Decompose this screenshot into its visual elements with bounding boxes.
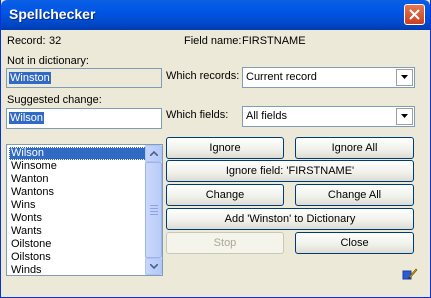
- stop-button: Stop: [166, 232, 284, 254]
- close-window-button[interactable]: [404, 4, 425, 25]
- which-fields-dropdown-button[interactable]: [396, 108, 413, 125]
- ignore-all-button[interactable]: Ignore All: [295, 137, 414, 159]
- suggested-change-label: Suggested change:: [7, 94, 102, 106]
- record-label: Record:: [7, 35, 46, 47]
- chevron-up-icon: [150, 151, 158, 156]
- which-records-dropdown-button[interactable]: [396, 69, 413, 86]
- suggestion-item[interactable]: Winsome: [9, 160, 59, 173]
- not-in-dictionary-field: Winston: [6, 68, 162, 88]
- change-button[interactable]: Change: [166, 184, 284, 206]
- window-title: Spellchecker: [9, 6, 96, 22]
- field-name-label: Field name:: [184, 35, 242, 47]
- not-in-dictionary-value: Winston: [9, 72, 51, 84]
- which-fields-label: Which fields:: [166, 109, 229, 121]
- suggestion-item[interactable]: Oilstone: [9, 238, 53, 251]
- chevron-down-icon: [150, 264, 158, 269]
- suggested-change-input[interactable]: Wilson: [6, 108, 162, 129]
- which-records-value: Current record: [246, 71, 317, 83]
- suggestion-item[interactable]: Wilson: [9, 147, 146, 160]
- which-fields-select[interactable]: All fields: [242, 106, 415, 127]
- title-bar[interactable]: Spellchecker: [1, 0, 430, 30]
- suggestion-item[interactable]: Wonts: [9, 212, 44, 225]
- suggestion-item[interactable]: Oilstons: [9, 251, 53, 264]
- which-fields-value: All fields: [246, 110, 287, 122]
- close-icon: [409, 9, 420, 20]
- record-value: 32: [49, 35, 62, 47]
- chevron-down-icon: [401, 75, 408, 79]
- suggested-change-value: Wilson: [9, 112, 45, 124]
- add-to-dictionary-button[interactable]: Add 'Winston' to Dictionary: [166, 208, 414, 230]
- scroll-up-button[interactable]: [145, 145, 162, 162]
- ignore-button[interactable]: Ignore: [166, 137, 284, 159]
- close-button[interactable]: Close: [295, 232, 414, 254]
- suggestion-item[interactable]: Wantons: [9, 186, 56, 199]
- suggestions-scrollbar[interactable]: [145, 145, 162, 275]
- which-records-select[interactable]: Current record: [242, 67, 415, 88]
- chevron-down-icon: [401, 114, 408, 118]
- field-name-value: FIRSTNAME: [242, 35, 306, 47]
- scroll-down-button[interactable]: [145, 258, 162, 275]
- which-records-label: Which records:: [166, 70, 240, 82]
- scroll-thumb[interactable]: [145, 162, 162, 258]
- suggestions-list[interactable]: Wilson Winsome Wanton Wantons Wins Wonts Wants…: [6, 144, 163, 276]
- suggestion-item[interactable]: Winds: [9, 264, 44, 275]
- pencil-icon: [402, 268, 418, 280]
- change-all-button[interactable]: Change All: [295, 184, 414, 206]
- spellchecker-window: Spellchecker Record: 32 Field name: FIRS…: [0, 0, 431, 298]
- suggestion-item[interactable]: Wants: [9, 225, 44, 238]
- suggestion-item[interactable]: Wins: [9, 199, 37, 212]
- suggestion-item[interactable]: Wanton: [9, 173, 51, 186]
- not-in-dictionary-label: Not in dictionary:: [7, 55, 89, 67]
- ignore-field-button[interactable]: Ignore field: 'FIRSTNAME': [166, 160, 414, 182]
